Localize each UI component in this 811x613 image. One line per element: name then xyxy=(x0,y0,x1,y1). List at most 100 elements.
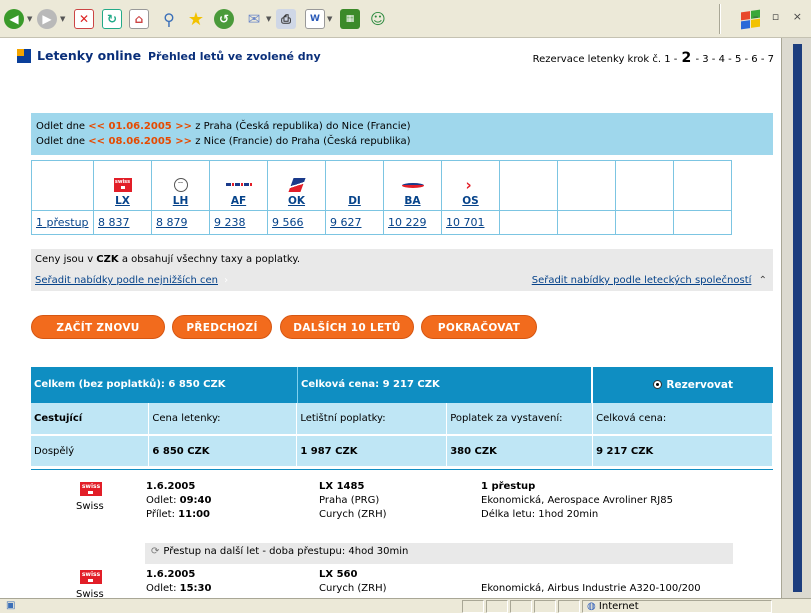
stops-filter-link[interactable]: 1 přestup xyxy=(36,216,89,229)
refresh-icon[interactable]: ↻ xyxy=(102,9,122,29)
airline-code-os[interactable]: OS xyxy=(442,195,499,207)
airline-cell-af[interactable]: AF xyxy=(209,160,268,211)
airline-code-di[interactable]: DI xyxy=(326,195,383,207)
step-separator: - xyxy=(757,54,768,65)
airline-cell-ba[interactable]: BA xyxy=(383,160,442,211)
restart-button[interactable]: ZAČÍT ZNOVU xyxy=(31,315,165,339)
forward-icon[interactable]: ▶ xyxy=(37,9,57,29)
price-header-4: Celková cena: xyxy=(592,403,773,436)
continue-button[interactable]: POKRAČOVAT xyxy=(421,315,537,339)
airline-cell-ok[interactable]: OK xyxy=(267,160,326,211)
airline-code-af[interactable]: AF xyxy=(210,195,267,207)
outbound-date[interactable]: << 01.06.2005 >> xyxy=(88,121,192,132)
price-cell: 8 879 xyxy=(151,210,210,235)
note-text: Ceny jsou v xyxy=(35,254,97,265)
airline-price-link[interactable]: 10 701 xyxy=(446,216,485,229)
airline-price-link[interactable]: 8 837 xyxy=(98,216,130,229)
route-outbound-label: Odlet dne xyxy=(36,121,89,132)
airline-cell-os[interactable]: › OS xyxy=(441,160,500,211)
divider xyxy=(31,469,773,470)
segment-depart: Odlet: 15:30 xyxy=(146,582,211,596)
home-icon[interactable]: ⌂ xyxy=(129,9,149,29)
users-icon[interactable]: ☺ xyxy=(368,9,388,29)
airline-code-ba[interactable]: BA xyxy=(384,195,441,207)
messenger-icon[interactable]: ▦ xyxy=(340,9,360,29)
flight-segment-1: swiss Swiss 1.6.2005 Odlet: 09:40 Přílet… xyxy=(31,480,773,540)
next-ten-flights-button[interactable]: DALŠÍCH 10 LETŮ xyxy=(280,315,414,339)
origin-airport: Curych (ZRH) xyxy=(319,583,387,594)
route-return: Odlet dne << 08.06.2005 >> z Nice (Franc… xyxy=(36,134,768,149)
summary-bar: Celkem (bez poplatků): 6 850 CZK Celková… xyxy=(31,367,773,403)
price-value-2: 1 987 CZK xyxy=(296,435,448,468)
route-outbound-text: z Praha (Česká republika) do Nice (Franc… xyxy=(192,121,411,132)
transfer-text: Přestup na další let - doba přestupu: 4h… xyxy=(163,546,409,557)
airline-price-link[interactable]: 9 566 xyxy=(272,216,304,229)
status-zone: ◍ Internet xyxy=(582,600,772,613)
status-cell xyxy=(462,600,484,613)
arrow-right-icon: › xyxy=(224,275,229,286)
mail-icon[interactable]: ✉ xyxy=(244,9,264,29)
step-separator: - xyxy=(692,54,703,65)
airline-price-link[interactable]: 9 238 xyxy=(214,216,246,229)
search-icon[interactable]: ⚲ xyxy=(159,9,179,29)
window-controls[interactable]: – ▫ × xyxy=(753,10,807,23)
vertical-scrollbar[interactable] xyxy=(781,38,811,598)
mail-dropdown-icon[interactable]: ▼ xyxy=(266,15,271,23)
czech-airlines-icon xyxy=(287,178,306,194)
return-date[interactable]: << 08.06.2005 >> xyxy=(88,136,192,147)
internet-globe-icon: ◍ xyxy=(587,601,596,612)
previous-button[interactable]: PŘEDCHOZÍ xyxy=(172,315,272,339)
price-header-0: Cestující xyxy=(31,403,150,436)
booking-steps: Rezervace letenky krok č. 1 - 2 - 3 - 4 … xyxy=(533,50,774,66)
lufthansa-crane-icon: ⌔ xyxy=(172,178,190,194)
note-currency: CZK xyxy=(96,254,119,265)
sort-by-price-link[interactable]: Seřadit nabídky podle nejnižších cen xyxy=(35,275,218,286)
step-separator: - xyxy=(708,54,719,65)
swiss-logo-icon: swiss xyxy=(80,570,102,584)
summary-total-no-fees: Celkem (bez poplatků): 6 850 CZK xyxy=(34,379,226,390)
history-icon[interactable]: ↺ xyxy=(214,9,234,29)
price-cell: 1 přestup xyxy=(31,210,94,235)
status-cell xyxy=(558,600,580,613)
chevron-up-icon[interactable]: ⌃ xyxy=(759,275,767,286)
swiss-logo-icon: swiss xyxy=(80,482,102,496)
airline-cell-lx[interactable]: swiss LX xyxy=(93,160,152,211)
print-icon[interactable]: ⎙ xyxy=(276,9,296,29)
depart-time: 15:30 xyxy=(179,583,212,594)
edit-dropdown-icon[interactable]: ▼ xyxy=(327,15,332,23)
reserve-label[interactable]: Rezervovat xyxy=(666,379,733,391)
airline-price-link[interactable]: 8 879 xyxy=(156,216,188,229)
step-separator: - xyxy=(670,54,681,65)
status-zone-label: Internet xyxy=(598,601,639,612)
reserve-radio[interactable] xyxy=(653,380,663,389)
edit-word-icon[interactable]: W xyxy=(305,9,325,29)
segment-depart: Odlet: 09:40 xyxy=(146,494,211,508)
sort-by-airline: Seřadit nabídky podle leteckých společno… xyxy=(532,275,767,286)
price-value-4: 9 217 CZK xyxy=(592,435,773,468)
stop-icon[interactable]: ✕ xyxy=(74,9,94,29)
route-return-label: Odlet dne xyxy=(36,136,89,147)
steps-label: Rezervace letenky krok č. xyxy=(532,54,661,65)
origin-airport: Praha (PRG) xyxy=(319,495,380,506)
forward-dropdown-icon[interactable]: ▼ xyxy=(60,15,65,23)
back-icon[interactable]: ◀ xyxy=(4,9,24,29)
segment-duration: Délka letu: 1hod 20min xyxy=(481,509,599,520)
reserve-option[interactable]: Rezervovat xyxy=(591,367,773,403)
airline-matrix: swiss LX ⌔ LH AF OK DI BA › OS 1 přestup 8 837 8 87… xyxy=(31,160,732,235)
airline-code-lx[interactable]: LX xyxy=(94,195,151,207)
british-airways-icon xyxy=(401,178,424,194)
airline-code-ok[interactable]: OK xyxy=(268,195,325,207)
scroll-track[interactable] xyxy=(793,44,802,592)
airline-price-link[interactable]: 10 229 xyxy=(388,216,427,229)
price-cell: 9 566 xyxy=(267,210,326,235)
airline-cell-lh[interactable]: ⌔ LH xyxy=(151,160,210,211)
back-dropdown-icon[interactable]: ▼ xyxy=(27,15,32,23)
airline-price-link[interactable]: 9 627 xyxy=(330,216,362,229)
flight-segment-2: swiss Swiss 1.6.2005 Odlet: 15:30 LX 560… xyxy=(31,568,773,598)
price-value-3: 380 CZK xyxy=(446,435,594,468)
airline-code-lh[interactable]: LH xyxy=(152,195,209,207)
step-separator: - xyxy=(724,54,735,65)
sort-by-airline-link[interactable]: Seřadit nabídky podle leteckých společno… xyxy=(532,275,752,286)
favorites-icon[interactable]: ★ xyxy=(186,9,206,30)
airline-cell-di[interactable]: DI xyxy=(325,160,384,211)
